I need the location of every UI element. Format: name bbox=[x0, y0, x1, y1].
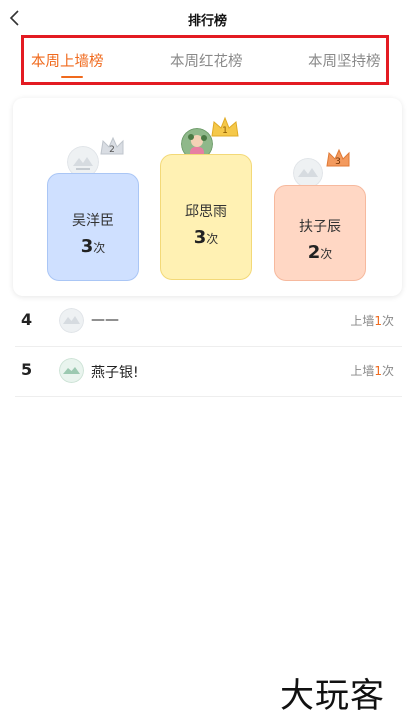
avatar bbox=[59, 358, 84, 383]
podium-block-rank-1[interactable]: 邱思雨 3次 bbox=[160, 154, 252, 280]
tab-weekly-red-flower[interactable]: 本周红花榜 bbox=[170, 50, 243, 71]
active-tab-indicator bbox=[61, 76, 83, 78]
podium-name-rank-1: 邱思雨 bbox=[185, 204, 227, 220]
list-rank: 4 bbox=[21, 310, 33, 329]
tab-weekly-wall[interactable]: 本周上墙榜 bbox=[31, 50, 104, 71]
list-rank: 5 bbox=[21, 360, 33, 379]
gold-crown-icon: 1 bbox=[210, 116, 240, 144]
tab-weekly-persistence[interactable]: 本周坚持榜 bbox=[308, 50, 381, 71]
top-bar: 排行榜 bbox=[0, 0, 415, 36]
podium-name-rank-3: 扶子辰 bbox=[299, 219, 341, 235]
podium-card: 2 1 3 吴洋臣 3次 邱思雨 3次 扶子辰 2次 bbox=[13, 98, 402, 296]
podium-block-rank-2[interactable]: 吴洋臣 3次 bbox=[47, 173, 139, 281]
bronze-crown-icon: 3 bbox=[325, 148, 351, 174]
list-item[interactable]: 5 燕子银! 上墙1次 bbox=[15, 348, 402, 397]
podium-count-rank-1: 3次 bbox=[193, 227, 219, 248]
avatar bbox=[59, 308, 84, 333]
crown-rank-2-label: 2 bbox=[109, 145, 115, 155]
crown-rank-3-label: 3 bbox=[335, 157, 341, 167]
page-title: 排行榜 bbox=[187, 14, 227, 29]
tab-bar: 本周上墙榜 本周红花榜 本周坚持榜 bbox=[21, 35, 389, 85]
avatar-rank-3[interactable] bbox=[293, 158, 323, 188]
crown-rank-1-label: 1 bbox=[222, 126, 228, 136]
podium-block-rank-3[interactable]: 扶子辰 2次 bbox=[274, 185, 366, 281]
list-name: —— bbox=[91, 312, 119, 328]
list-name: 燕子银! bbox=[91, 365, 139, 381]
silver-crown-icon: 2 bbox=[99, 136, 125, 162]
watermark-logo: 大玩客 bbox=[280, 676, 385, 716]
podium-count-rank-2: 3次 bbox=[80, 236, 106, 257]
podium-count-rank-3: 2次 bbox=[307, 242, 333, 263]
list-meta: 上墙1次 bbox=[350, 364, 394, 378]
podium-name-rank-2: 吴洋臣 bbox=[72, 213, 114, 229]
list-item[interactable]: 4 —— 上墙1次 bbox=[15, 298, 402, 347]
list-meta: 上墙1次 bbox=[350, 314, 394, 328]
